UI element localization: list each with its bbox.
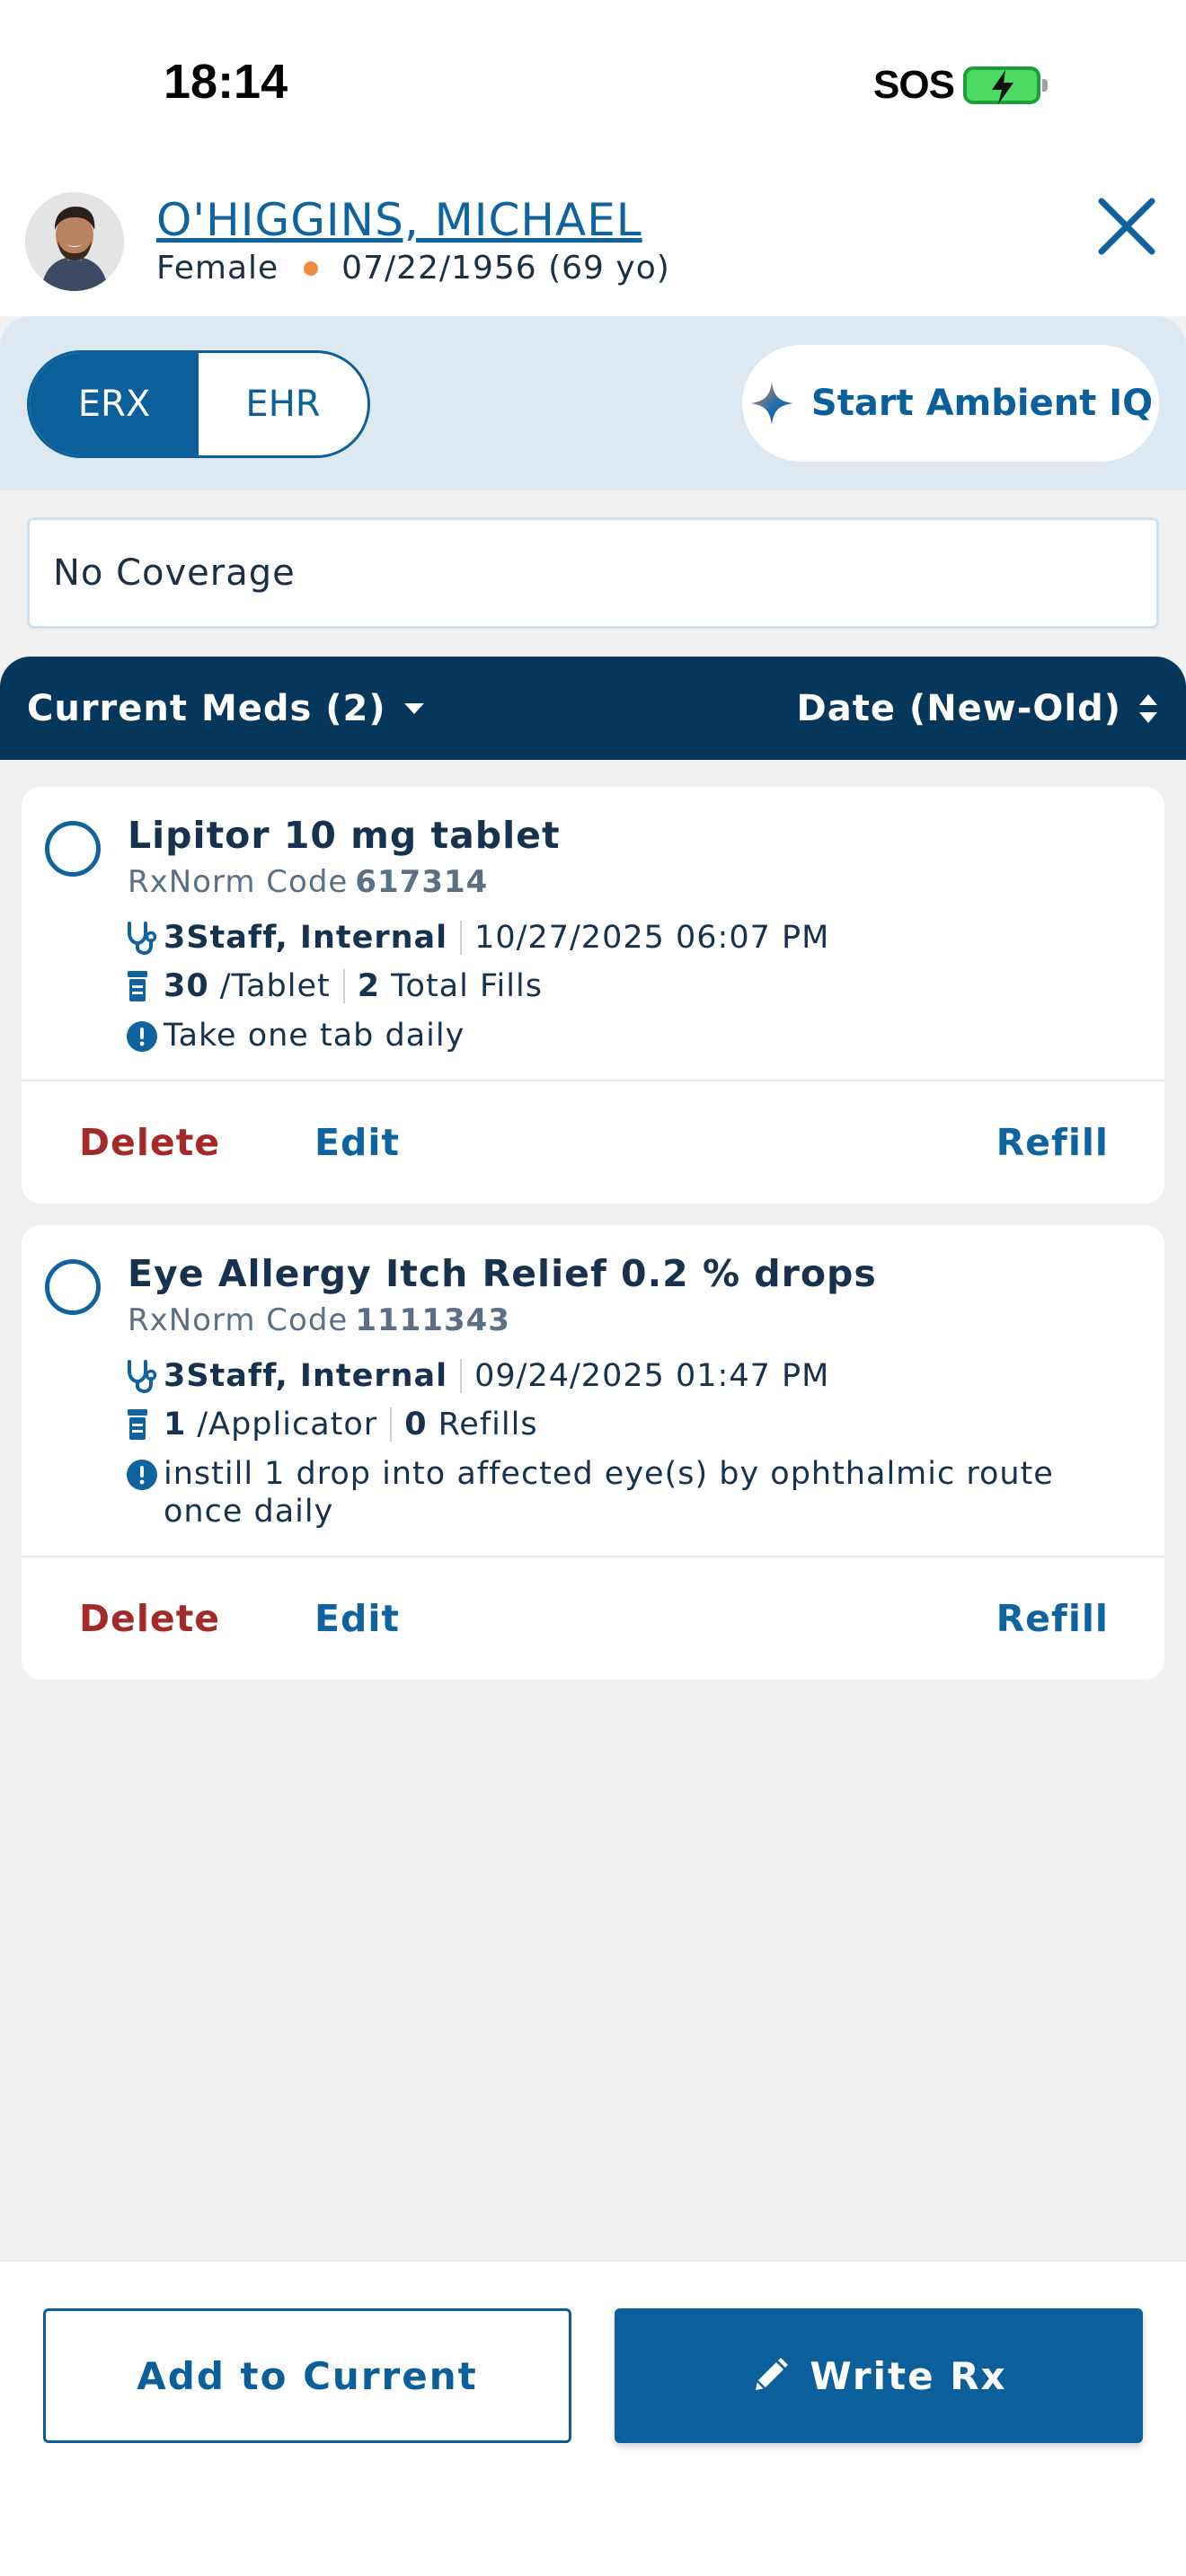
close-icon	[1098, 198, 1155, 255]
info-alert-icon	[126, 1020, 158, 1062]
edit-button[interactable]: Edit	[314, 1597, 400, 1640]
refill-button[interactable]: Refill	[996, 1597, 1109, 1640]
stethoscope-icon	[126, 921, 164, 955]
patient-name-link[interactable]: O'HIGGINS, MICHAEL	[156, 194, 642, 246]
rxnorm-code: 617314	[355, 864, 489, 900]
prescribed-datetime: 10/27/2025 06:07 PM	[474, 920, 830, 956]
card-divider	[22, 1556, 1164, 1557]
select-radio[interactable]	[45, 1259, 101, 1315]
quantity: 1	[164, 1407, 187, 1442]
instructions-line: instill 1 drop into affected eye(s) by o…	[126, 1455, 1096, 1531]
coverage-field[interactable]: No Coverage	[27, 517, 1159, 629]
sort-dropdown[interactable]: Date (New-Old)	[797, 688, 1159, 729]
start-ambient-iq-button[interactable]: Start Ambient IQ	[742, 345, 1159, 462]
quantity-unit: /Applicator	[197, 1407, 378, 1442]
instructions-text: instill 1 drop into affected eye(s) by o…	[164, 1456, 1054, 1530]
fills-label: Refills	[438, 1407, 538, 1442]
caret-down-icon	[403, 702, 424, 714]
mode-bar: ERX EHR Start Ambient IQ	[0, 316, 1186, 490]
erx-ehr-toggle: ERX EHR	[27, 350, 370, 458]
meds-list-header: Current Meds (2) Date (New-Old)	[0, 657, 1186, 760]
quantity-unit: /Tablet	[219, 968, 331, 1004]
pill-bottle-icon	[126, 969, 164, 1003]
med-name: Lipitor 10 mg tablet	[128, 814, 561, 857]
bottom-action-bar: Add to Current Write Rx	[0, 2260, 1186, 2576]
select-radio[interactable]	[45, 821, 101, 877]
rxnorm-code: 1111343	[355, 1302, 510, 1338]
quantity-line: 1 /Applicator 0 Refills	[126, 1407, 538, 1442]
refill-button[interactable]: Refill	[996, 1121, 1109, 1164]
rxnorm-line: RxNorm Code 617314	[128, 864, 488, 900]
sort-label: Date (New-Old)	[796, 687, 1121, 729]
instructions-line: Take one tab daily	[126, 1017, 1096, 1054]
rxnorm-label: RxNorm Code	[128, 864, 349, 900]
divider	[460, 1359, 463, 1393]
toggle-ehr[interactable]: EHR	[199, 353, 367, 455]
status-bar: 18:14 SOS	[0, 0, 1186, 171]
prescribed-datetime: 09/24/2025 01:47 PM	[474, 1358, 830, 1394]
pencil-icon	[756, 2358, 789, 2390]
card-divider	[22, 1080, 1164, 1081]
toggle-erx[interactable]: ERX	[30, 353, 199, 455]
add-to-current-button[interactable]: Add to Current	[43, 2308, 571, 2443]
edit-button[interactable]: Edit	[314, 1121, 400, 1164]
delete-button[interactable]: Delete	[79, 1121, 220, 1164]
divider	[390, 1407, 393, 1442]
write-rx-button[interactable]: Write Rx	[615, 2308, 1143, 2443]
sparkle-icon	[749, 382, 793, 425]
patient-dob: 07/22/1956 (69 yo)	[341, 250, 670, 287]
divider	[342, 969, 345, 1003]
sort-icon	[1139, 693, 1157, 723]
patient-header: O'HIGGINS, MICHAEL Female 07/22/1956 (69…	[0, 171, 1186, 316]
fills-count: 0	[404, 1407, 428, 1442]
prescriber-line: 3Staff, Internal 09/24/2025 01:47 PM	[126, 1358, 829, 1394]
close-button[interactable]	[1093, 192, 1161, 260]
med-name: Eye Allergy Itch Relief 0.2 % drops	[128, 1252, 877, 1295]
quantity-line: 30 /Tablet 2 Total Fills	[126, 968, 543, 1004]
battery-icon	[963, 66, 1048, 104]
patient-gender: Female	[156, 250, 279, 287]
status-time: 18:14	[164, 55, 288, 109]
delete-button[interactable]: Delete	[79, 1597, 220, 1640]
meds-filter-dropdown[interactable]: Current Meds (2)	[27, 688, 426, 729]
prescriber-name: 3Staff, Internal	[164, 1358, 448, 1394]
rxnorm-label: RxNorm Code	[128, 1302, 349, 1338]
pill-bottle-icon	[126, 1407, 164, 1442]
divider	[460, 921, 463, 955]
med-card: Lipitor 10 mg tablet RxNorm Code 617314 3…	[22, 787, 1164, 1204]
separator-dot	[304, 260, 319, 276]
stethoscope-icon	[126, 1359, 164, 1393]
patient-demographics: Female 07/22/1956 (69 yo)	[156, 250, 670, 287]
ambient-label: Start Ambient IQ	[810, 383, 1154, 424]
med-card: Eye Allergy Itch Relief 0.2 % drops RxNo…	[22, 1225, 1164, 1680]
info-alert-icon	[126, 1459, 158, 1500]
quantity: 30	[164, 968, 209, 1004]
fills-label: Total Fills	[391, 968, 543, 1004]
instructions-text: Take one tab daily	[164, 1018, 465, 1054]
write-rx-label: Write Rx	[810, 2353, 1007, 2398]
fills-count: 2	[357, 968, 381, 1004]
status-sos: SOS	[873, 63, 955, 107]
prescriber-name: 3Staff, Internal	[164, 920, 448, 956]
prescriber-line: 3Staff, Internal 10/27/2025 06:07 PM	[126, 920, 829, 956]
rxnorm-line: RxNorm Code 1111343	[128, 1302, 510, 1338]
meds-filter-label: Current Meds (2)	[27, 687, 386, 729]
avatar[interactable]	[25, 192, 124, 291]
